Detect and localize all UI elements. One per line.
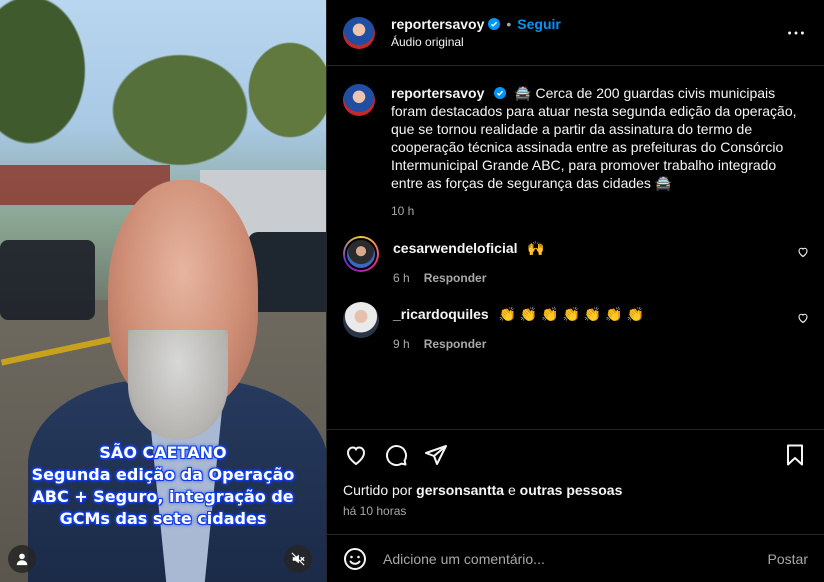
save-button[interactable]	[782, 442, 808, 468]
more-options-button[interactable]	[784, 21, 808, 45]
comment-text: 👏 👏 👏 👏 👏 👏 👏	[498, 306, 644, 322]
liked-by-others[interactable]: outras pessoas	[520, 482, 623, 498]
heart-icon	[346, 446, 366, 466]
verified-badge-icon	[488, 18, 501, 30]
commenter-avatar[interactable]	[343, 302, 379, 338]
liked-by-connector: e	[507, 482, 516, 498]
original-audio-link[interactable]: Áudio original	[391, 35, 784, 49]
post-details-panel: reportersavoy • Seguir Áudio original re…	[326, 0, 824, 582]
comment-button[interactable]	[383, 442, 409, 468]
comment-username[interactable]: _ricardoquiles	[393, 306, 489, 322]
post-header: reportersavoy • Seguir Áudio original	[327, 0, 824, 66]
comment-timestamp[interactable]: 9 h	[393, 335, 410, 353]
like-comment-heart-icon[interactable]	[797, 312, 809, 324]
video-overlay-caption: SÃO CAETANO Segunda edição da Operação A…	[12, 442, 314, 530]
tagged-users-button[interactable]	[8, 545, 36, 573]
more-horizontal-icon	[788, 31, 804, 34]
author-avatar[interactable]	[343, 16, 375, 49]
post-actions: Curtido por gersonsantta e outras pessoa…	[327, 429, 824, 518]
emoji-icon[interactable]	[343, 547, 367, 571]
comment-timestamp[interactable]: 6 h	[393, 269, 410, 287]
like-comment-heart-icon[interactable]	[797, 246, 809, 258]
likes-summary: Curtido por gersonsantta e outras pessoa…	[343, 482, 808, 498]
comment-item: _ricardoquiles 👏 👏 👏 👏 👏 👏 👏 9 h Respond…	[343, 302, 809, 353]
caption-username[interactable]: reportersavoy	[391, 85, 484, 101]
post-comment-button[interactable]: Postar	[768, 551, 808, 567]
post-timestamp[interactable]: há 10 horas	[343, 504, 808, 518]
caption-author-avatar[interactable]	[343, 84, 375, 116]
caption-timestamp[interactable]: 10 h	[391, 202, 809, 220]
comment-composer: Postar	[327, 534, 824, 582]
comment-input[interactable]	[383, 550, 760, 567]
post-caption: reportersavoy 🚔 Cerca de 200 guardas civ…	[343, 84, 809, 220]
mute-toggle-button[interactable]	[284, 545, 312, 573]
author-username[interactable]: reportersavoy	[391, 16, 484, 32]
separator-dot: •	[506, 16, 512, 32]
like-button[interactable]	[343, 442, 369, 468]
overlay-line-1: SÃO CAETANO	[99, 443, 227, 462]
post-media-video[interactable]: SÃO CAETANO Segunda edição da Operação A…	[0, 0, 326, 582]
comment-text: 🙌	[527, 240, 545, 256]
reply-button[interactable]: Responder	[424, 335, 487, 353]
liked-by-prefix: Curtido por	[343, 482, 413, 498]
user-icon	[16, 553, 28, 566]
verified-badge-icon	[494, 87, 507, 99]
comment-item: cesarwendeloficial 🙌 6 h Responder	[343, 236, 809, 287]
comment-bubble-icon	[386, 445, 408, 467]
comment-username[interactable]: cesarwendeloficial	[393, 240, 518, 256]
overlay-line-3: ABC + Seguro, integração de	[32, 487, 294, 506]
overlay-line-4: GCMs das sete cidades	[59, 509, 267, 528]
follow-button[interactable]: Seguir	[517, 16, 561, 32]
overlay-line-2: Segunda edição da Operação	[31, 465, 295, 484]
bookmark-icon	[787, 444, 803, 466]
share-button[interactable]	[423, 442, 449, 468]
paper-plane-icon	[425, 445, 447, 465]
instagram-post-modal: SÃO CAETANO Segunda edição da Operação A…	[0, 0, 824, 582]
muted-speaker-icon	[291, 552, 305, 566]
commenter-avatar[interactable]	[343, 236, 379, 272]
reply-button[interactable]: Responder	[424, 269, 487, 287]
liked-by-user[interactable]: gersonsantta	[416, 482, 504, 498]
